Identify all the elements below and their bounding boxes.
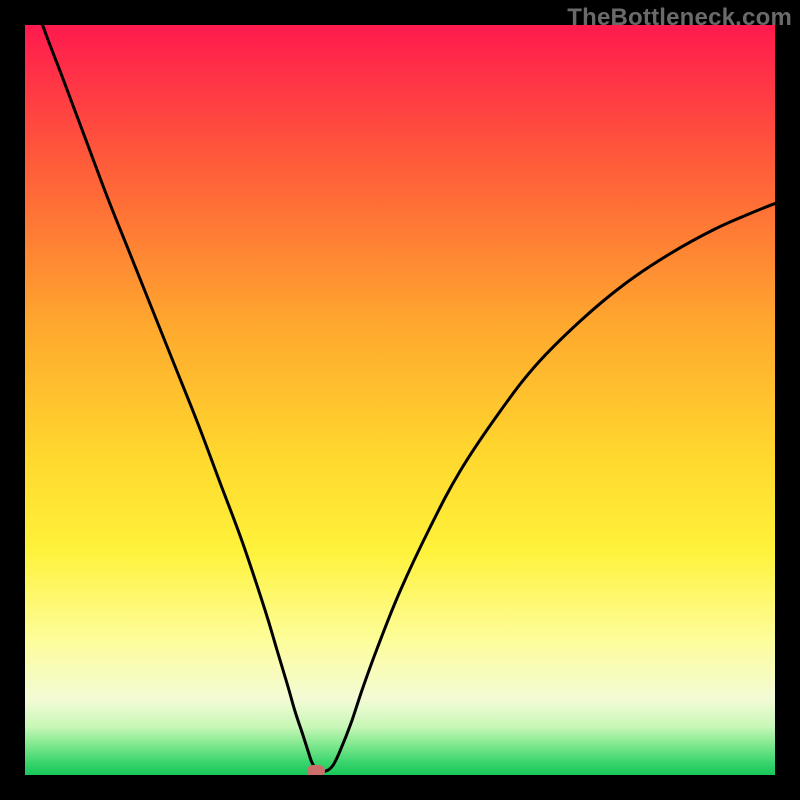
watermark-text: TheBottleneck.com	[567, 4, 792, 32]
chart-frame: TheBottleneck.com	[0, 0, 800, 800]
bottleneck-curve	[25, 25, 775, 775]
optimal-marker	[307, 765, 325, 775]
plot-area	[25, 25, 775, 775]
